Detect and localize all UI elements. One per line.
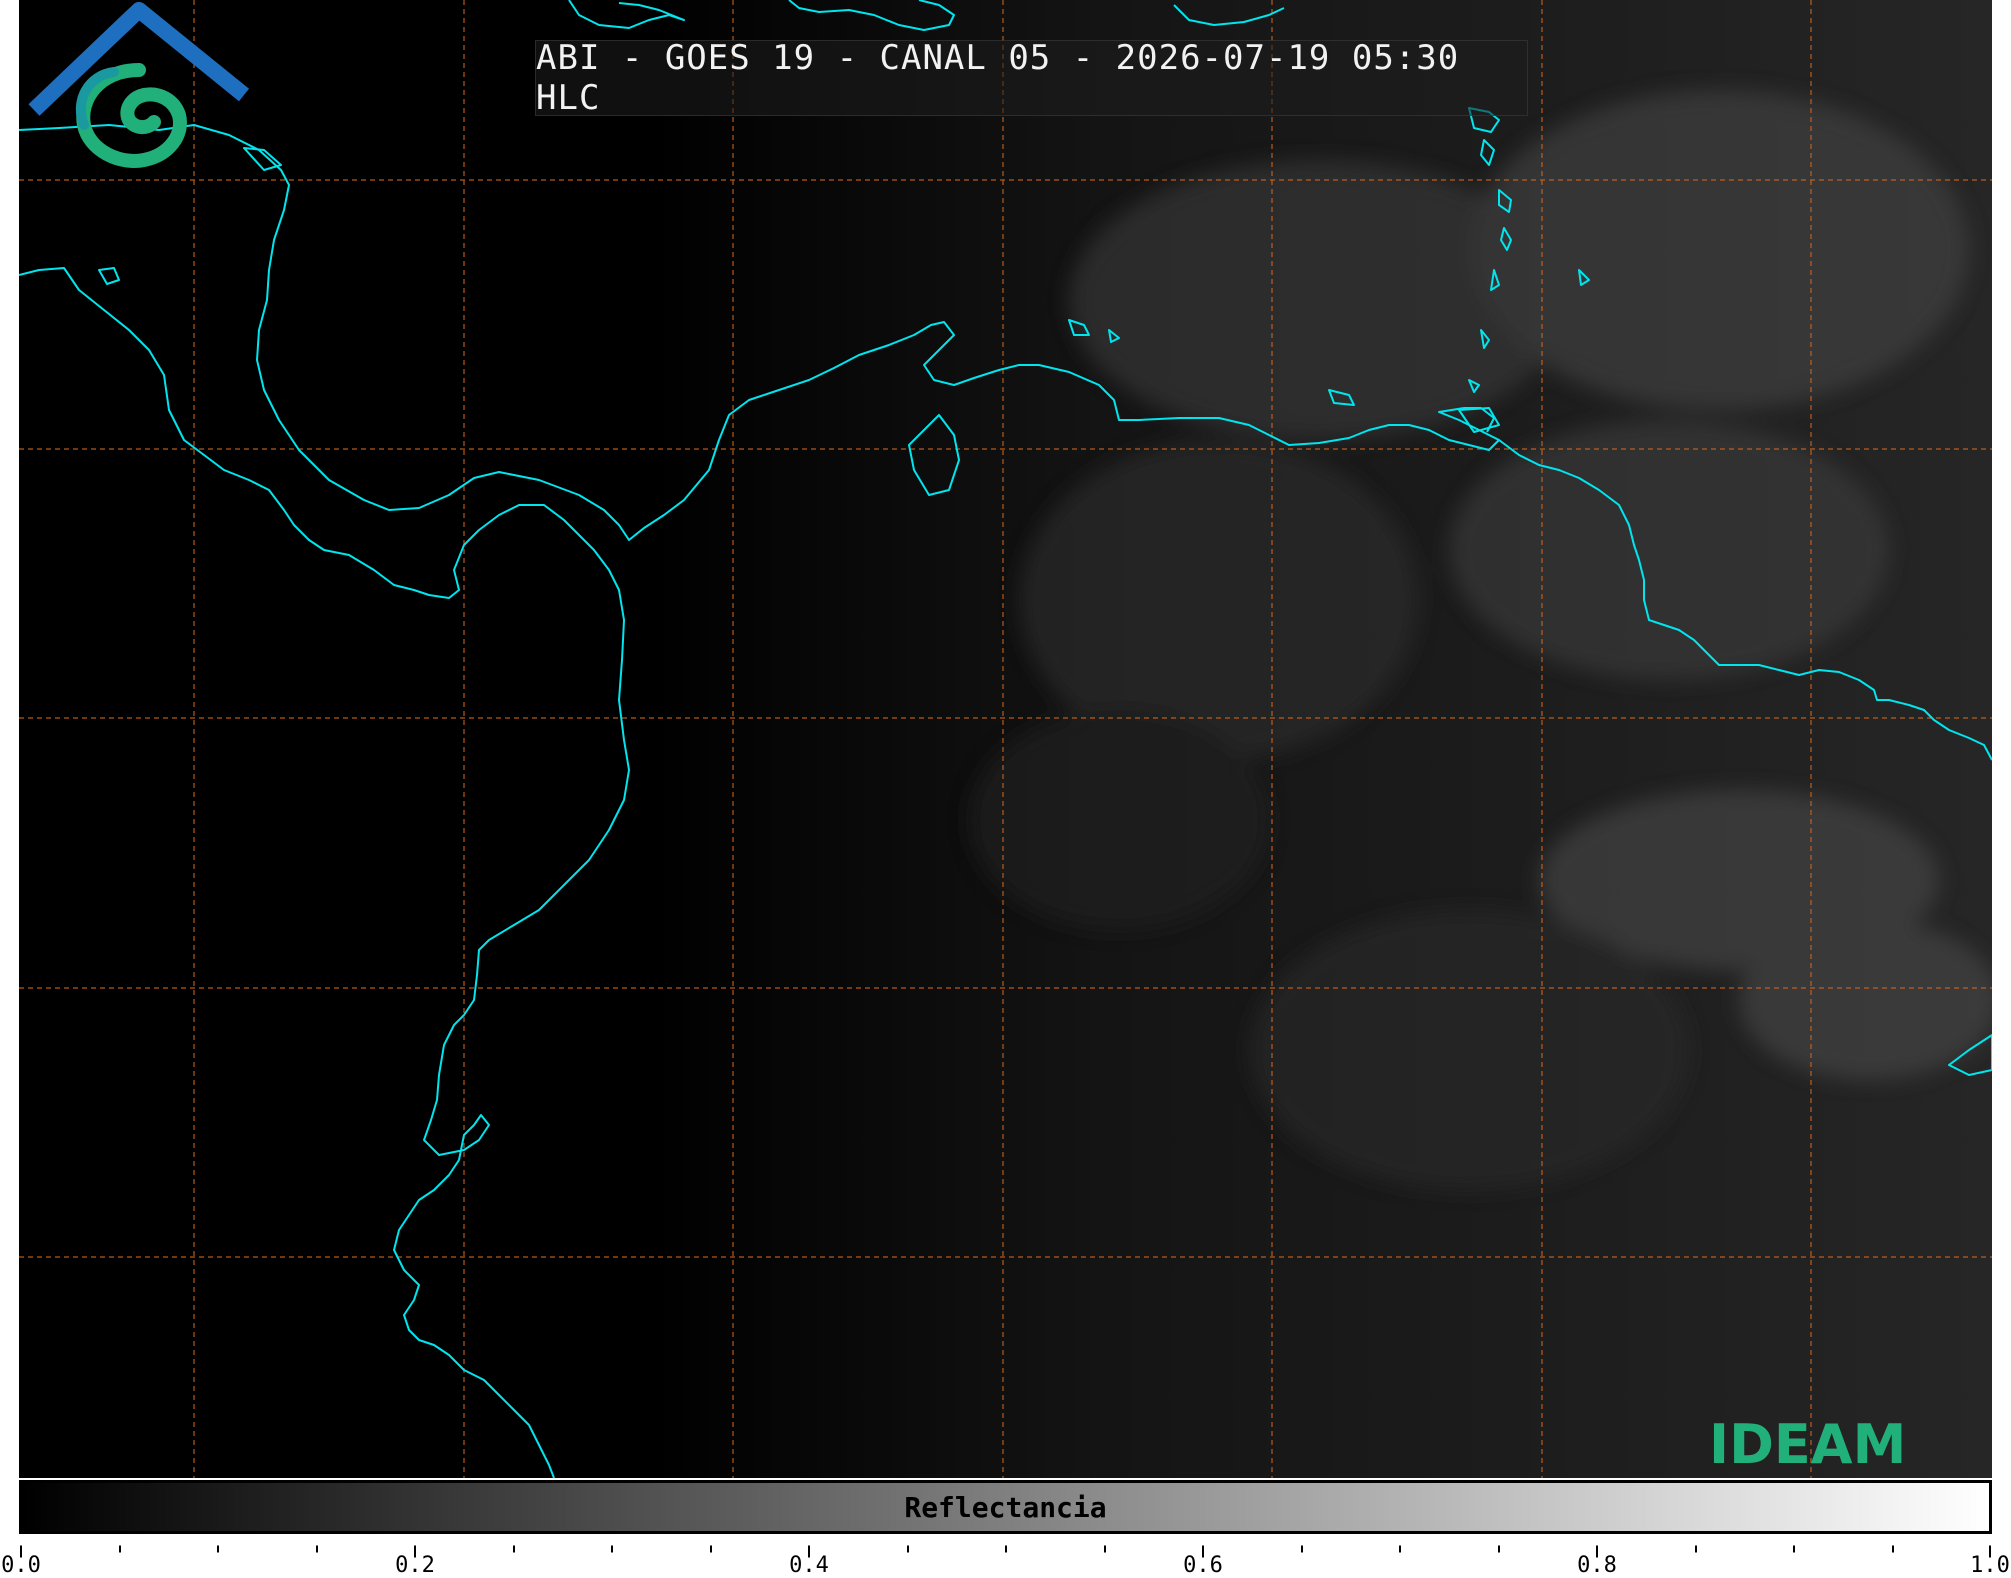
map-title: ABI - GOES 19 - CANAL 05 - 2026-07-19 05…: [535, 38, 1528, 118]
logo-text: IDEAM: [1709, 1413, 1907, 1476]
colorbar-tick-label: 0.4: [789, 1553, 829, 1578]
colorbar: Reflectancia: [19, 1480, 1992, 1534]
ideam-logo: [28, 2, 250, 168]
colorbar-tick-label: 0.6: [1183, 1553, 1223, 1578]
map-layers: [19, 0, 1992, 1478]
colorbar-tick-label: 1.0: [1970, 1553, 2010, 1578]
colorbar-tick-label: 0.0: [1, 1553, 41, 1578]
colorbar-ticks: [20, 1545, 1991, 1558]
satellite-map: IDEAM: [19, 0, 1992, 1478]
colorbar-label: Reflectancia: [904, 1490, 1107, 1524]
colorbar-tick-label: 0.2: [395, 1553, 435, 1578]
colorbar-tick-label: 0.8: [1577, 1553, 1617, 1578]
